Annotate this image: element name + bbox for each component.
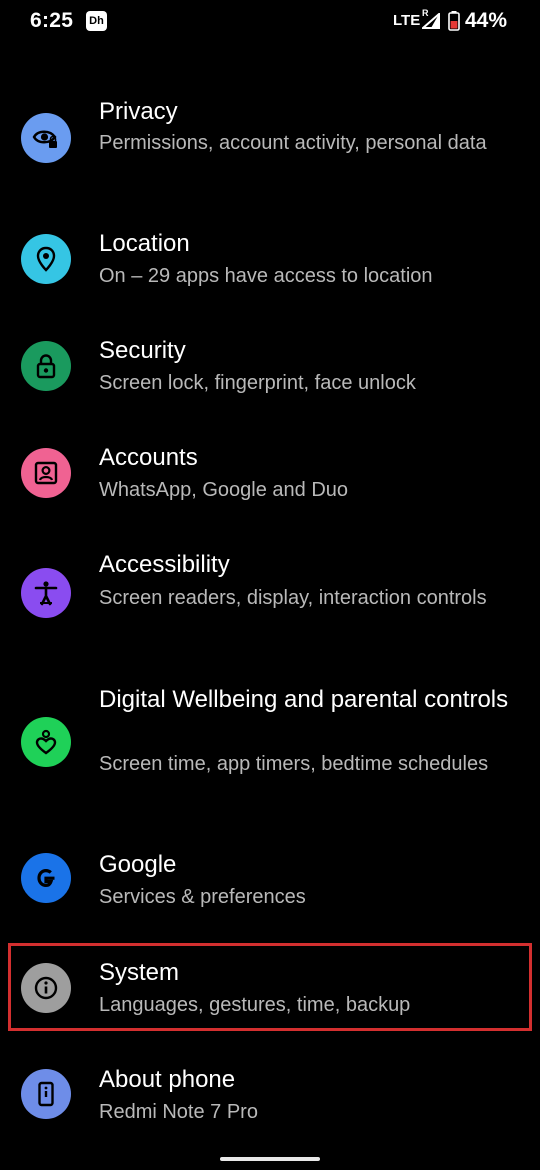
settings-item-subtitle: On – 29 apps have access to location [99,265,433,287]
network-type-label: LTE [393,12,421,29]
settings-item-security[interactable]: Security Screen lock, fingerprint, face … [0,333,540,413]
settings-item-title: Accounts [99,444,198,471]
account-box-icon [21,448,71,498]
info-icon [21,963,71,1013]
settings-item-subtitle: Screen readers, display, interaction con… [99,587,487,609]
settings-item-subtitle: Permissions, account activity, personal … [99,132,487,154]
settings-item-about-phone[interactable]: About phone Redmi Note 7 Pro [0,1062,540,1142]
wellbeing-heart-icon [21,717,71,767]
settings-item-digital-wellbeing[interactable]: Digital Wellbeing and parental controls … [0,681,540,811]
settings-item-location[interactable]: Location On – 29 apps have access to loc… [0,226,540,306]
settings-item-title: Accessibility [99,551,230,578]
battery-icon [448,11,460,31]
gesture-nav-handle[interactable] [220,1157,320,1161]
settings-item-title: About phone [99,1066,236,1093]
phone-icon [21,1069,71,1119]
battery-percentage: 44% [465,9,508,32]
settings-item-google[interactable]: Google Services & preferences [0,847,540,927]
settings-item-accessibility[interactable]: Accessibility Screen readers, display, i… [0,547,540,647]
settings-item-title: Digital Wellbeing and parental controls [99,686,509,713]
settings-item-title: Location [99,230,190,257]
status-time: 6:25 [30,9,74,32]
settings-item-title: Privacy [99,98,178,125]
settings-item-title: System [99,959,180,986]
lock-icon [21,341,71,391]
settings-item-subtitle: Languages, gestures, time, backup [99,994,411,1016]
settings-item-subtitle: WhatsApp, Google and Duo [99,479,349,501]
location-pin-icon [21,234,71,284]
settings-item-title: Google [99,851,177,878]
notification-app-icon: Dh [86,11,107,31]
settings-item-subtitle: Screen lock, fingerprint, face unlock [99,372,416,394]
google-g-icon [21,853,71,903]
settings-item-subtitle: Screen time, app timers, bedtime schedul… [99,753,489,775]
accessibility-person-icon [21,568,71,618]
status-bar: 6:25 Dh LTE R 44% [0,0,540,44]
settings-item-subtitle: Services & preferences [99,886,306,908]
privacy-eye-lock-icon [21,113,71,163]
signal-icon [422,13,440,29]
settings-item-privacy[interactable]: Privacy Permissions, account activity, p… [0,90,540,190]
settings-item-system[interactable]: System Languages, gestures, time, backup [0,955,540,1035]
settings-item-title: Security [99,337,186,364]
settings-item-subtitle: Redmi Note 7 Pro [99,1101,258,1123]
settings-item-accounts[interactable]: Accounts WhatsApp, Google and Duo [0,440,540,520]
